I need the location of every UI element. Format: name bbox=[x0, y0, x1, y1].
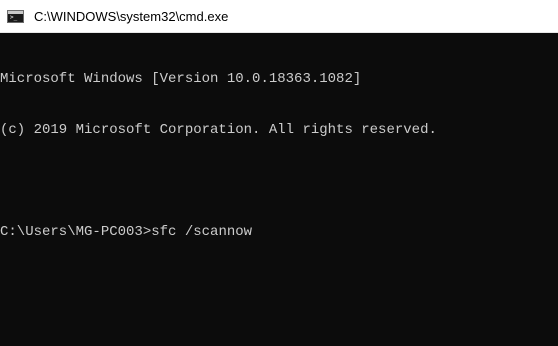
title-bar[interactable]: >_ C:\WINDOWS\system32\cmd.exe bbox=[0, 0, 558, 33]
console-line-copyright: (c) 2019 Microsoft Corporation. All righ… bbox=[0, 122, 437, 138]
cmd-console-icon[interactable]: >_ bbox=[7, 10, 24, 23]
window-title: C:\WINDOWS\system32\cmd.exe bbox=[34, 9, 229, 24]
command-text[interactable]: sfc /scannow bbox=[151, 224, 252, 240]
command-prompt: C:\Users\MG-PC003> bbox=[0, 224, 152, 240]
console-command-line[interactable]: C:\Users\MG-PC003>sfc /scannow bbox=[0, 224, 558, 241]
console-output[interactable]: Microsoft Windows [Version 10.0.18363.10… bbox=[0, 37, 558, 346]
console-line-version: Microsoft Windows [Version 10.0.18363.10… bbox=[0, 71, 362, 87]
icon-prompt-glyph: >_ bbox=[10, 14, 18, 21]
cmd-window: >_ C:\WINDOWS\system32\cmd.exe Microsoft… bbox=[0, 0, 558, 346]
